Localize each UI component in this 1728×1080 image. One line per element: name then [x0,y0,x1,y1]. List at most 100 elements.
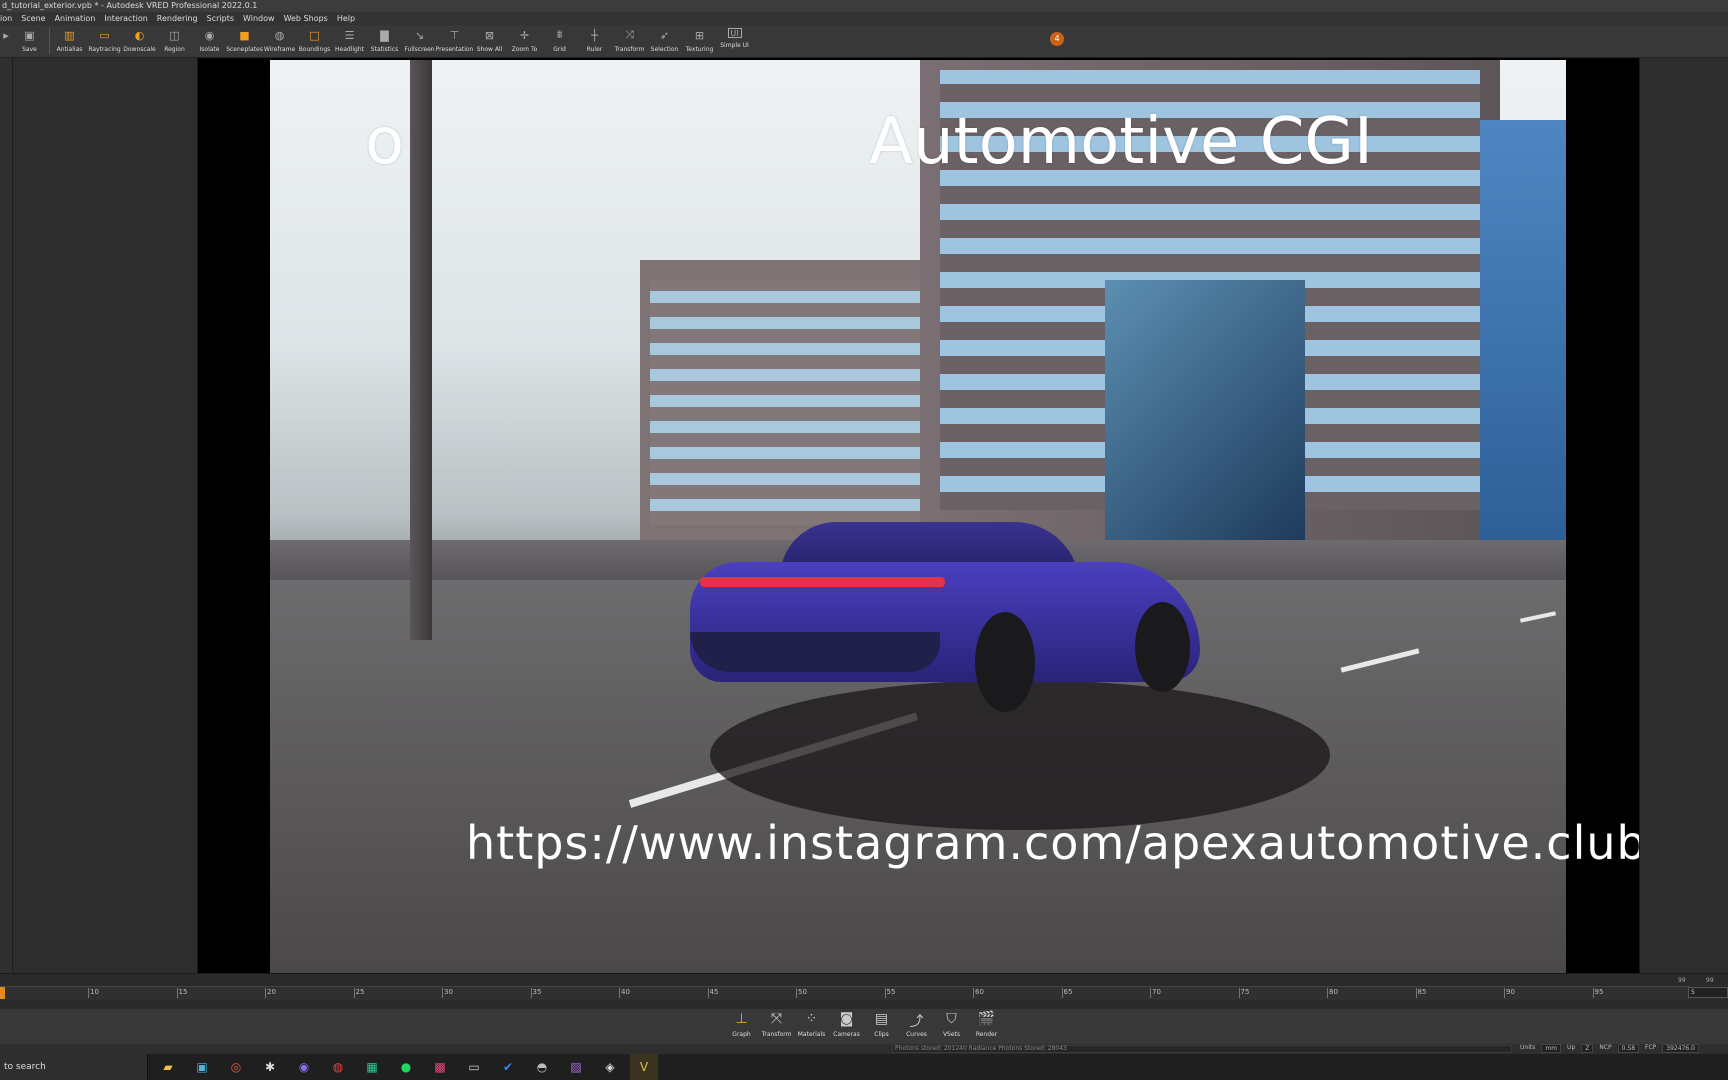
menu-web-shops[interactable]: Web Shops [284,12,328,25]
timeline-tick-mark [265,988,266,998]
toolbar-boundings-button[interactable]: □ Boundings [297,25,332,54]
up-select[interactable]: Z [1581,1044,1594,1053]
app-grid-icon[interactable]: ▩ [426,1054,454,1080]
spotify-icon[interactable]: ● [392,1054,420,1080]
toolbar-downscale-button[interactable]: ◐ Downscale [122,25,157,54]
toolbar-statistics-button[interactable]: ▇ Statistics [367,25,402,54]
toolbar-presentation-button[interactable]: ⊤ Presentation [436,25,474,54]
fcp-label: FCP [1645,1044,1657,1051]
floppy-icon: ▣ [24,28,35,42]
timeline[interactable]: 99 99 10 15 20 25 30 35 40 45 50 55 60 65 70 75 80 85 90… [0,973,1728,1009]
toolbar-zoom-to-button[interactable]: ✛ Zoom To [507,25,542,54]
statistics-icon: ▇ [380,28,389,42]
timeline-tick-label: 65 [1063,988,1073,996]
left-panel [13,58,198,973]
timeline-tick-mark [707,988,709,998]
timeline-playhead[interactable] [0,987,5,999]
cameras-button[interactable]: ◙ Cameras [829,1009,864,1045]
main-toolbar: ▸ ▣ Save ▥ Antialias ▭ Raytracing ◐ Downscal… [0,25,1728,58]
toolbar-antialias-button[interactable]: ▥ Antialias [52,25,87,54]
toolbar-wireframe-button[interactable]: ◍ Wireframe [262,25,297,54]
timeline-tick-mark [1150,988,1151,998]
toolbar-save-button[interactable]: ▣ Save [12,25,47,54]
menu-interaction[interactable]: Interaction [104,12,147,25]
chrome-icon[interactable]: ◍ [324,1054,352,1080]
menu-rendering[interactable]: Rendering [157,12,198,25]
timeline-end-a: 99 [1678,977,1686,984]
up-label: Up [1567,1044,1576,1051]
app-discord-icon[interactable]: ◉ [290,1054,318,1080]
zoom-to-icon: ✛ [519,28,530,42]
right-panel [1639,58,1728,973]
toolbar-raytracing-button[interactable]: ▭ Raytracing [87,25,122,54]
menu-window[interactable]: Window [243,12,275,25]
taskbar-search[interactable]: to search [0,1054,148,1080]
curves-button[interactable]: ⤴ Curves [899,1009,934,1045]
left-dock-strip[interactable] [0,58,13,973]
fullscreen-icon: ↘ [414,28,425,42]
xbox-icon[interactable]: ◈ [596,1054,624,1080]
toolbar-overflow[interactable]: ▸ [0,25,12,42]
downscale-icon: ◐ [134,28,145,42]
units-label: Units [1520,1044,1536,1051]
ncp-field[interactable]: 0.58 [1617,1044,1640,1053]
transform-button[interactable]: ⤧ Transform [759,1009,794,1045]
menu-scripts[interactable]: Scripts [207,12,234,25]
timeline-tick-label: 25 [355,988,365,996]
premiere-icon[interactable]: ▨ [562,1054,590,1080]
app-houdini-icon[interactable]: ◎ [222,1054,250,1080]
app-green-icon[interactable]: ▦ [358,1054,386,1080]
vsets-button[interactable]: ⛉ VSets [934,1009,969,1045]
toolbar-headlight-button[interactable]: ☰ Headlight [332,25,367,54]
toolbar-selection-button[interactable]: ➶ Selection [647,25,682,54]
vsets-icon: ⛉ [946,1011,957,1027]
app-blender-icon[interactable]: ✱ [256,1054,284,1080]
app-check-icon[interactable]: ✔ [494,1054,522,1080]
units-select[interactable]: mm [1541,1044,1562,1053]
menu-bar: ion Scene Animation Interaction Renderin… [0,12,1728,25]
timeline-tick-mark [1061,988,1063,998]
fcp-field[interactable]: 392476.0 [1662,1044,1699,1053]
toolbar-texturing-button[interactable]: ⊞ Texturing [682,25,717,54]
timeline-tick-mark [973,988,974,998]
toolbar-sceneplates-button[interactable]: ■ Sceneplates [226,25,263,54]
timeline-tick-mark [176,988,178,998]
toolbar-transform-button[interactable]: ⤨ Transform [612,25,647,53]
materials-button[interactable]: ⁘ Materials [794,1009,829,1045]
cameras-icon: ◙ [839,1011,854,1027]
toolbar-fullscreen-button[interactable]: ↘ Fullscreen [402,25,437,54]
render-button[interactable]: 🎬 Render [969,1009,1004,1045]
toolbar-region-button[interactable]: ◫ Region [157,25,192,54]
texturing-icon: ⊞ [694,28,705,42]
menu-help[interactable]: Help [337,12,355,25]
app-folder-icon[interactable]: ▭ [460,1054,488,1080]
wireframe-icon: ◍ [274,28,285,42]
timeline-current-frame[interactable]: 5 [1688,987,1728,998]
status-message: Photons stored: 201240 Radiance Photons … [892,1045,1512,1053]
app-3-icon[interactable]: ▣ [188,1054,216,1080]
toolbar-isolate-button[interactable]: ◉ Isolate [192,25,227,54]
toolbar-show-all-button[interactable]: ⊠ Show All [472,25,507,54]
headlight-icon: ☰ [344,28,355,42]
timeline-track[interactable] [0,986,1690,1000]
menu-animation-partial[interactable]: ion [0,12,12,25]
region-icon: ◫ [169,28,180,42]
tail-light [700,577,945,587]
file-explorer-icon[interactable]: ▰ [154,1054,182,1080]
toolbar-simple-ui-button[interactable]: UI Simple UI [717,25,752,49]
render-viewport[interactable]: o Automotive CGI https://www.instagram.co… [198,58,1662,973]
show-all-icon: ⊠ [484,28,495,42]
toolbar-grid-button[interactable]: ⩩ Grid [542,25,577,53]
graph-button[interactable]: ⊥ Graph [724,1009,759,1045]
notification-badge[interactable]: 4 [1050,32,1064,46]
timeline-end-b: 99 [1706,977,1714,984]
timeline-tick-mark [353,988,355,998]
timeline-tick-mark [530,988,532,998]
vred-icon[interactable]: V [630,1054,658,1080]
toolbar-ruler-button[interactable]: ┼ Ruler [577,25,612,54]
menu-scene[interactable]: Scene [21,12,45,25]
bottom-toolbar: ⊥ Graph ⤧ Transform ⁘ Materials ◙ Cameras ▤ C… [0,1009,1728,1045]
clips-button[interactable]: ▤ Clips [864,1009,899,1045]
steam-icon[interactable]: ◓ [528,1054,556,1080]
menu-animation[interactable]: Animation [55,12,96,25]
